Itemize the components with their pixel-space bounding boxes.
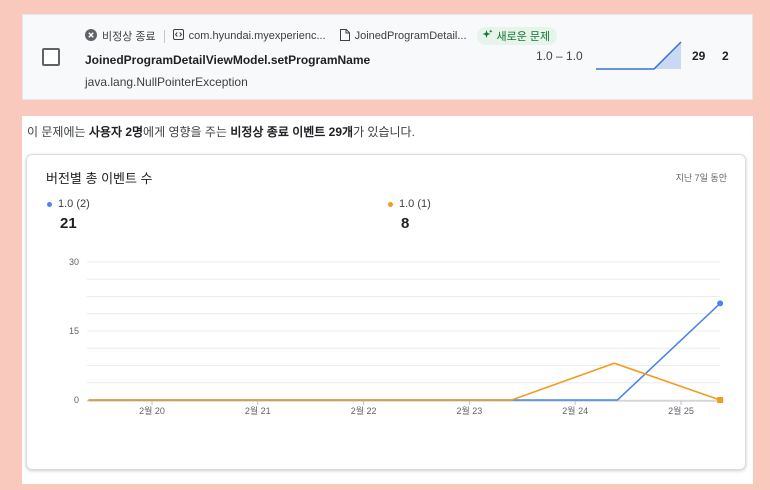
summary-users: 사용자 2명 (88, 125, 144, 139)
series-end-point-0 (717, 300, 724, 307)
document-icon (339, 28, 350, 44)
summary-prefix: 이 문제에는 (27, 125, 89, 139)
user-count: 2 (722, 49, 729, 63)
event-count: 29 (692, 49, 706, 63)
crash-status-label: 비정상 종료 (102, 31, 156, 43)
version-range: 1.0 – 1.0 (536, 49, 583, 63)
series-line-1 (88, 362, 721, 401)
file-link[interactable]: JoinedProgramDetail... (339, 28, 467, 44)
x-tick-label: 2월 21 (245, 405, 271, 416)
new-issue-label: 새로운 문제 (496, 31, 551, 43)
issue-meta: 비정상 종료 com.hyundai.myexperienc... Joined… (85, 27, 558, 45)
issue-detail-panel: 이 문제에는 사용자 2명에게 영향을 주는 비정상 종료 이벤트 29개가 있… (22, 116, 753, 484)
y-tick-label: 0 (74, 395, 79, 405)
events-line-chart: 0 15 30 2월 20 2월 21 2월 22 2월 23 2월 24 2월 25 (69, 257, 724, 416)
issue-checkbox[interactable] (42, 48, 60, 66)
y-tick-label: 15 (69, 326, 79, 336)
summary-middle: 에게 영향을 주는 (143, 125, 231, 139)
file-name: JoinedProgramDetail... (354, 30, 467, 42)
series-end-point-1 (717, 397, 724, 403)
new-issue-badge: 새로운 문제 (476, 27, 558, 45)
meta-divider (163, 29, 165, 43)
summary-events: 비정상 종료 이벤트 29개 (230, 125, 354, 139)
issue-row[interactable]: 비정상 종료 com.hyundai.myexperienc... Joined… (22, 14, 753, 100)
events-by-version-card: 버전별 총 이벤트 수 지난 7일 동안 1.0 (2) 21 1.0 (1) … (26, 154, 746, 470)
x-tick-label: 2월 20 (139, 405, 165, 416)
package-link[interactable]: com.hyundai.myexperienc... (172, 29, 326, 43)
summary-suffix: 가 있습니다. (353, 125, 415, 139)
x-tick-label: 2월 23 (457, 405, 483, 416)
issue-title[interactable]: JoinedProgramDetailViewModel.setProgramN… (85, 53, 370, 67)
y-tick-label: 30 (69, 257, 79, 267)
sparkle-icon (482, 29, 493, 43)
x-tick-label: 2월 24 (562, 405, 588, 416)
x-tick-label: 2월 25 (668, 405, 694, 416)
trend-sparkline (596, 41, 682, 70)
x-tick-label: 2월 22 (351, 405, 377, 416)
close-circle-icon (85, 28, 97, 44)
issue-exception: java.lang.NullPointerException (85, 75, 248, 89)
impact-summary: 이 문제에는 사용자 2명에게 영향을 주는 비정상 종료 이벤트 29개가 있… (27, 123, 415, 140)
crash-status: 비정상 종료 (85, 28, 156, 44)
package-name: com.hyundai.myexperienc... (188, 30, 326, 42)
code-icon (172, 29, 184, 43)
series-line-0 (88, 302, 721, 401)
